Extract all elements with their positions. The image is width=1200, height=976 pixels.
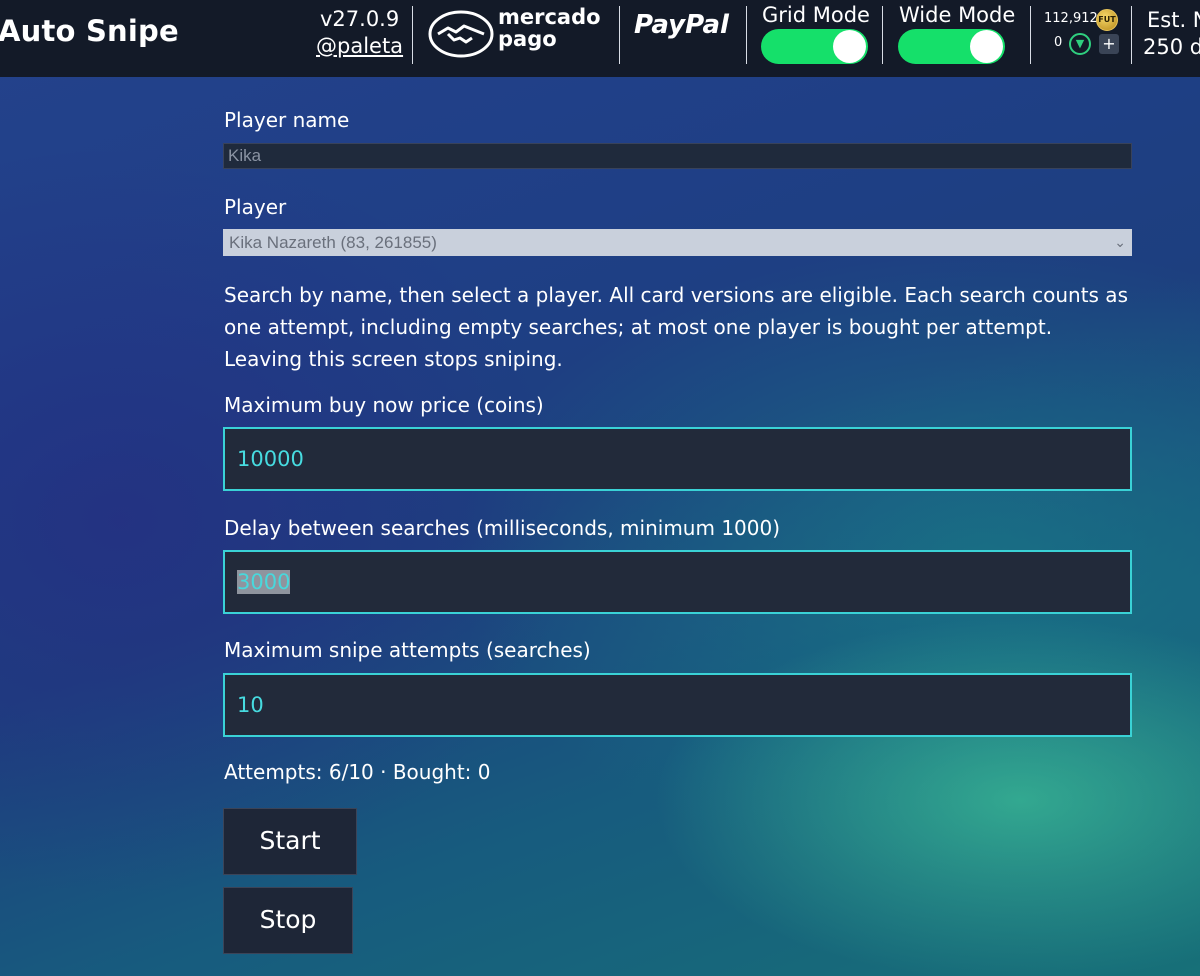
chevron-down-icon: ⌄ bbox=[1114, 234, 1126, 250]
app-title: Auto Snipe bbox=[0, 14, 179, 48]
max-price-label: Maximum buy now price (coins) bbox=[224, 393, 544, 417]
mercadopago-line1: mercado bbox=[498, 5, 601, 29]
attempt-status: Attempts: 6/10 · Bought: 0 bbox=[224, 760, 491, 784]
coin-balance: 112,912 bbox=[1044, 11, 1098, 26]
mercadopago-logo-text: mercado pago bbox=[498, 6, 601, 50]
grid-mode-toggle[interactable] bbox=[761, 29, 868, 64]
stop-button[interactable]: Stop bbox=[223, 887, 353, 954]
author-link[interactable]: @paleta bbox=[316, 34, 403, 58]
delay-label: Delay between searches (milliseconds, mi… bbox=[224, 516, 781, 540]
toggle-knob bbox=[833, 30, 866, 63]
wide-mode-toggle[interactable] bbox=[898, 29, 1005, 64]
player-name-label: Player name bbox=[224, 108, 350, 132]
delay-value: 3000 bbox=[237, 570, 291, 594]
help-text: Search by name, then select a player. Al… bbox=[224, 283, 1128, 371]
handshake-icon bbox=[428, 10, 494, 58]
header-divider bbox=[412, 6, 413, 64]
player-select[interactable]: Kika Nazareth (83, 261855) ⌄ bbox=[223, 229, 1132, 256]
player-name-input[interactable] bbox=[223, 143, 1132, 169]
delay-input[interactable]: 3000 bbox=[223, 550, 1132, 614]
version-text: v27.0.9 bbox=[320, 7, 400, 31]
toggle-knob bbox=[970, 30, 1003, 63]
start-button[interactable]: Start bbox=[223, 808, 357, 875]
add-points-button[interactable]: + bbox=[1099, 34, 1119, 54]
max-price-value: 10000 bbox=[237, 447, 304, 471]
mercadopago-line2: pago bbox=[498, 27, 557, 51]
paypal-link[interactable]: PayPal bbox=[634, 10, 729, 40]
header-divider bbox=[1131, 6, 1132, 64]
top-header: Auto Snipe v27.0.9 @paleta mercado pago … bbox=[0, 0, 1200, 77]
header-divider bbox=[619, 6, 620, 64]
header-divider bbox=[882, 6, 883, 64]
estimate-label: Est. N bbox=[1147, 8, 1200, 32]
max-attempts-label: Maximum snipe attempts (searches) bbox=[224, 638, 591, 662]
coin-icon: FUT bbox=[1096, 9, 1118, 31]
points-balance: 0 bbox=[1054, 35, 1063, 50]
player-label: Player bbox=[224, 195, 287, 219]
max-attempts-input[interactable]: 10 bbox=[223, 673, 1132, 737]
estimate-value: 250 d bbox=[1143, 35, 1200, 59]
player-select-value: Kika Nazareth (83, 261855) bbox=[229, 233, 437, 252]
wide-mode-label: Wide Mode bbox=[899, 3, 1016, 27]
header-divider bbox=[1030, 6, 1031, 64]
grid-mode-label: Grid Mode bbox=[762, 3, 870, 27]
header-divider bbox=[746, 6, 747, 64]
max-attempts-value: 10 bbox=[237, 693, 264, 717]
max-price-input[interactable]: 10000 bbox=[223, 427, 1132, 491]
mercadopago-link[interactable]: mercado pago bbox=[428, 6, 608, 62]
fc-points-icon: ▼ bbox=[1069, 33, 1091, 55]
